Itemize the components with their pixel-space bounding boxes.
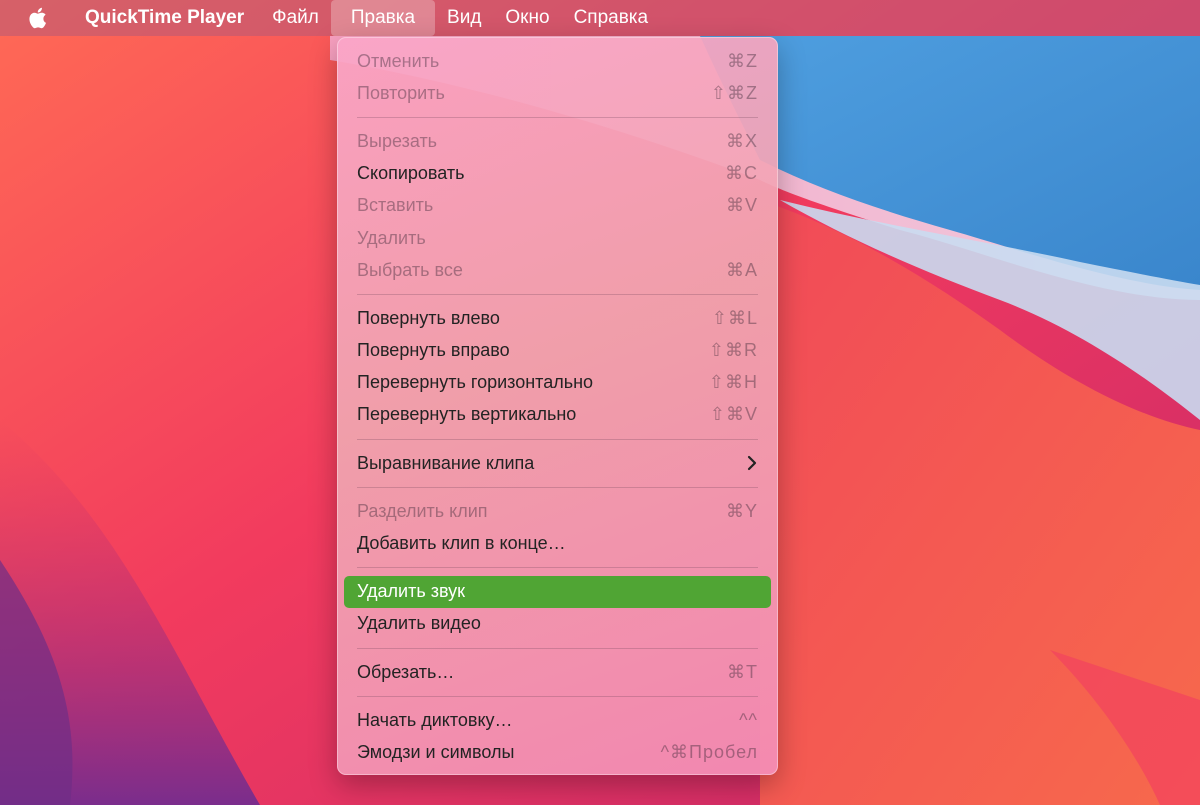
menu-item-label: Вставить <box>357 195 434 216</box>
menu-item-start-dictation[interactable]: Начать диктовку… ^^ <box>337 704 778 736</box>
menu-item-label: Начать диктовку… <box>357 709 513 730</box>
menu-item-label: Эмодзи и символы <box>357 741 515 762</box>
menu-item-undo[interactable]: Отменить ⌘Z <box>337 45 778 77</box>
menu-item-label: Перевернуть вертикально <box>357 404 577 425</box>
menu-separator <box>357 293 758 295</box>
shortcut-label: ⇧⌘V <box>709 404 758 425</box>
menu-item-label: Обрезать… <box>357 661 455 682</box>
menu-item-redo[interactable]: Повторить ⇧⌘Z <box>337 77 778 109</box>
shortcut-label: ⌘V <box>725 195 758 216</box>
shortcut-label: ⌘A <box>725 259 758 280</box>
menu-item-add-clip-end[interactable]: Добавить клип в конце… <box>337 527 778 559</box>
menubar-view[interactable]: Вид <box>435 0 493 36</box>
menu-separator <box>357 647 758 649</box>
edit-menu-dropdown: Отменить ⌘Z Повторить ⇧⌘Z Вырезать ⌘X Ск… <box>337 37 778 775</box>
menu-separator <box>357 695 758 697</box>
menu-item-flip-vertical[interactable]: Перевернуть вертикально ⇧⌘V <box>337 399 778 431</box>
shortcut-label: ⌘C <box>725 163 758 184</box>
shortcut-label: ⌘X <box>725 130 758 151</box>
menu-item-emoji-symbols[interactable]: Эмодзи и символы ^⌘Пробел <box>337 736 778 768</box>
menu-bar: QuickTime Player Файл Правка Вид Окно Сп… <box>0 0 1200 36</box>
shortcut-label: ⌘T <box>727 661 758 682</box>
menu-item-align-clip[interactable]: Выравнивание клипа <box>337 447 778 479</box>
menu-item-delete[interactable]: Удалить <box>337 222 778 254</box>
menu-item-label: Выравнивание клипа <box>357 452 535 473</box>
menu-separator <box>357 438 758 440</box>
menu-item-label: Удалить звук <box>357 581 466 602</box>
menu-item-label: Повторить <box>357 82 445 103</box>
menu-item-label: Разделить клип <box>357 500 488 521</box>
menu-item-paste[interactable]: Вставить ⌘V <box>337 190 778 222</box>
menu-item-select-all[interactable]: Выбрать все ⌘A <box>337 254 778 286</box>
menu-item-label: Повернуть влево <box>357 307 500 328</box>
menu-item-copy[interactable]: Скопировать ⌘C <box>337 158 778 190</box>
menu-item-label: Повернуть вправо <box>357 340 510 361</box>
shortcut-label: ⌘Y <box>725 500 758 521</box>
shortcut-label: ⇧⌘L <box>711 307 758 328</box>
shortcut-label: ^^ <box>739 709 758 730</box>
menu-separator <box>357 486 758 488</box>
menu-item-label: Вырезать <box>357 130 438 151</box>
menu-item-cut[interactable]: Вырезать ⌘X <box>337 125 778 157</box>
menu-item-label: Добавить клип в конце… <box>357 533 566 554</box>
shortcut-label: ⌘Z <box>727 50 758 71</box>
shortcut-label: ⇧⌘Z <box>710 82 758 103</box>
shortcut-label: ⇧⌘R <box>708 340 758 361</box>
chevron-right-icon <box>747 456 757 471</box>
shortcut-label: ⇧⌘H <box>708 372 758 393</box>
menu-item-remove-audio[interactable]: Удалить звук <box>344 575 771 608</box>
menu-item-trim[interactable]: Обрезать… ⌘T <box>337 656 778 688</box>
menu-item-label: Удалить видео <box>357 613 481 634</box>
menu-item-label: Перевернуть горизонтально <box>357 372 594 393</box>
menu-item-rotate-right[interactable]: Повернуть вправо ⇧⌘R <box>337 335 778 367</box>
menubar-help[interactable]: Справка <box>562 0 661 36</box>
menubar-app-name[interactable]: QuickTime Player <box>83 0 260 36</box>
menubar-file[interactable]: Файл <box>260 0 331 36</box>
menu-item-rotate-left[interactable]: Повернуть влево ⇧⌘L <box>337 302 778 334</box>
menu-item-flip-horizontal[interactable]: Перевернуть горизонтально ⇧⌘H <box>337 367 778 399</box>
menu-item-split-clip[interactable]: Разделить клип ⌘Y <box>337 495 778 527</box>
menu-item-remove-video[interactable]: Удалить видео <box>337 608 778 640</box>
menu-item-label: Удалить <box>357 227 426 248</box>
menubar-edit[interactable]: Правка <box>330 0 436 36</box>
shortcut-label: ^⌘Пробел <box>660 741 758 762</box>
menu-item-label: Выбрать все <box>357 259 463 280</box>
apple-logo-icon[interactable] <box>27 6 57 30</box>
menu-item-label: Отменить <box>357 50 440 71</box>
menu-separator <box>357 116 758 118</box>
menu-separator <box>357 567 758 569</box>
menubar-window[interactable]: Окно <box>493 0 561 36</box>
menu-item-label: Скопировать <box>357 163 465 184</box>
